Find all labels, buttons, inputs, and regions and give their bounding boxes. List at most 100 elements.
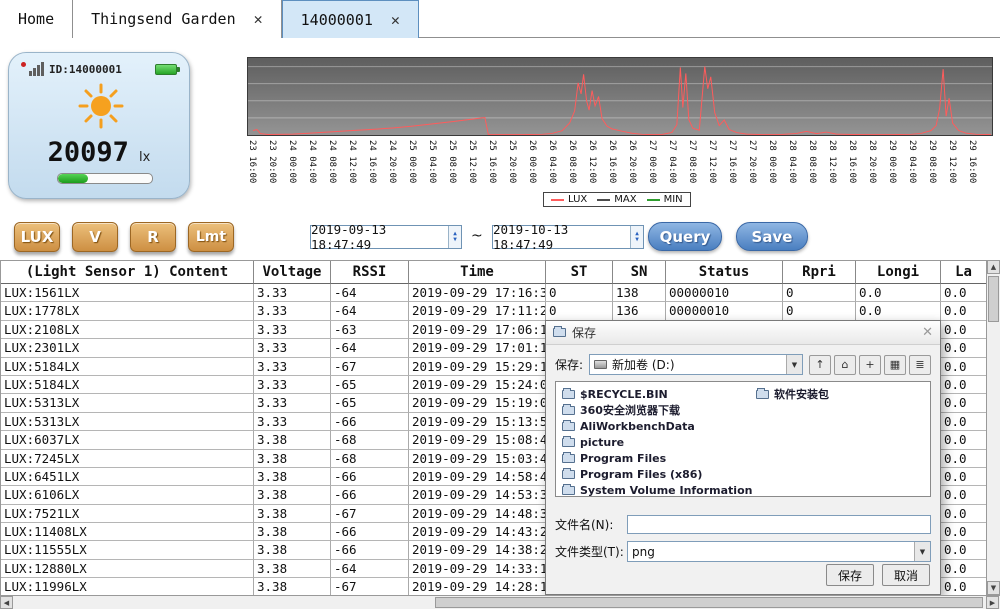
vertical-scrollbar[interactable]: ▲ ▼ [986,260,1000,595]
table-cell: 2019-09-29 14:43:26 [409,523,546,541]
drive-icon [594,360,607,369]
table-cell: LUX:2108LX [1,321,254,339]
x-tick-label: 28 12:00 [827,140,837,183]
column-header-0[interactable]: (Light Sensor 1) Content [1,261,254,284]
x-tick-label: 24 08:00 [327,140,337,183]
file-item[interactable]: System Volume Information [562,482,752,497]
filename-input[interactable] [627,515,931,534]
column-header-1[interactable]: Voltage [254,261,331,284]
chevron-down-icon[interactable]: ▼ [786,355,802,374]
x-tick-label: 27 12:00 [707,140,717,183]
scroll-left-icon[interactable]: ◀ [0,596,13,609]
legend-item-min: MIN [647,194,683,205]
x-tick-label: 24 04:00 [307,140,317,183]
table-header-row: (Light Sensor 1) ContentVoltageRSSITimeS… [1,261,986,284]
filetype-combobox[interactable]: png ▼ [627,541,931,562]
file-item[interactable]: $RECYCLE.BIN [562,386,752,402]
folder-icon [562,470,575,479]
dialog-save-button[interactable]: 保存 [826,564,874,586]
save-in-combobox[interactable]: 新加卷 (D:) ▼ [589,354,803,375]
scroll-down-icon[interactable]: ▼ [987,581,1000,595]
table-cell: 0.0 [941,505,987,523]
x-axis-labels: 23 16:0023 20:0024 00:0024 04:0024 08:00… [247,138,993,194]
app-window: Home Thingsend Garden ✕ 14000001 ✕ ID:14… [0,0,1000,609]
x-tick-label: 24 20:00 [387,140,397,183]
table-cell: LUX:2301LX [1,339,254,357]
horizontal-scrollbar-thumb[interactable] [435,597,983,608]
column-header-3[interactable]: Time [409,261,546,284]
table-cell: -66 [331,541,409,559]
date-from-input[interactable]: 2019-09-13 18:47:49 ▲▼ [310,225,462,249]
table-cell: 0.0 [856,302,941,320]
query-button[interactable]: Query [648,222,722,251]
table-cell: 2019-09-29 17:06:18 [409,321,546,339]
file-list-column: 软件安装包 [756,386,829,402]
table-cell: 0.0 [941,578,987,596]
table-cell: 0.0 [941,339,987,357]
new-folder-icon[interactable]: + [859,355,881,375]
chevron-down-icon[interactable]: ▼ [914,542,930,561]
table-cell: 0.0 [941,284,987,302]
scroll-up-icon[interactable]: ▲ [987,260,1000,274]
limit-button[interactable]: Lmt [188,222,234,252]
table-row[interactable]: LUX:1778LX3.33-642019-09-29 17:11:260136… [1,302,986,320]
desktop-home-icon[interactable]: ⌂ [834,355,856,375]
file-item[interactable]: picture [562,434,752,450]
file-name: $RECYCLE.BIN [580,388,668,401]
column-header-2[interactable]: RSSI [331,261,409,284]
table-cell: 2019-09-29 14:28:12 [409,578,546,596]
column-header-4[interactable]: ST [546,261,613,284]
battery-icon [155,64,177,75]
folder-icon [756,390,769,399]
table-cell: 2019-09-29 14:53:35 [409,486,546,504]
tab-thingsend-garden[interactable]: Thingsend Garden ✕ [73,0,282,38]
table-row[interactable]: LUX:1561LX3.33-642019-09-29 17:16:340138… [1,284,986,302]
file-item[interactable]: Program Files [562,450,752,466]
x-tick-label: 26 04:00 [547,140,557,183]
date-spinner-icon[interactable]: ▲▼ [448,226,461,248]
voltage-button[interactable]: V [72,222,118,252]
folder-icon [562,454,575,463]
file-list[interactable]: $RECYCLE.BIN360安全浏览器下载AliWorkbenchDatapi… [555,381,931,497]
file-item[interactable]: Program Files (x86) [562,466,752,482]
column-header-9[interactable]: La [941,261,987,284]
progress-fill [58,174,88,183]
list-view-icon[interactable]: ▦ [884,355,906,375]
tab-14000001[interactable]: 14000001 ✕ [282,0,419,38]
rssi-button[interactable]: R [130,222,176,252]
table-cell: LUX:5313LX [1,413,254,431]
up-one-level-icon[interactable]: ↑ [809,355,831,375]
column-header-6[interactable]: Status [666,261,783,284]
vertical-scrollbar-thumb[interactable] [988,276,999,322]
dialog-title-bar[interactable]: 保存 ✕ [546,321,940,345]
table-cell: LUX:11408LX [1,523,254,541]
close-icon[interactable]: ✕ [254,10,263,28]
close-icon[interactable]: ✕ [922,325,933,340]
column-header-7[interactable]: Rpri [783,261,856,284]
table-cell: LUX:1778LX [1,302,254,320]
x-tick-label: 29 12:00 [947,140,957,183]
tab-home[interactable]: Home [0,0,73,38]
column-header-5[interactable]: SN [613,261,666,284]
table-cell: -68 [331,431,409,449]
x-tick-label: 25 12:00 [467,140,477,183]
table-cell: 3.38 [254,541,331,559]
table-cell: LUX:5184LX [1,376,254,394]
date-spinner-icon[interactable]: ▲▼ [630,226,643,248]
save-button[interactable]: Save [736,222,808,251]
sun-icon [78,83,124,129]
lux-button[interactable]: LUX [14,222,60,252]
column-header-8[interactable]: Longi [856,261,941,284]
horizontal-scrollbar[interactable]: ◀ ▶ [0,595,1000,609]
file-item[interactable]: AliWorkbenchData [562,418,752,434]
close-icon[interactable]: ✕ [391,11,400,29]
details-view-icon[interactable]: ≣ [909,355,931,375]
dialog-cancel-button[interactable]: 取消 [882,564,930,586]
scroll-right-icon[interactable]: ▶ [986,596,999,609]
table-cell: 0 [783,284,856,302]
file-item[interactable]: 软件安装包 [756,386,829,402]
table-cell: -66 [331,468,409,486]
file-item[interactable]: 360安全浏览器下载 [562,402,752,418]
date-to-input[interactable]: 2019-10-13 18:47:49 ▲▼ [492,225,644,249]
file-name: Program Files [580,452,666,465]
